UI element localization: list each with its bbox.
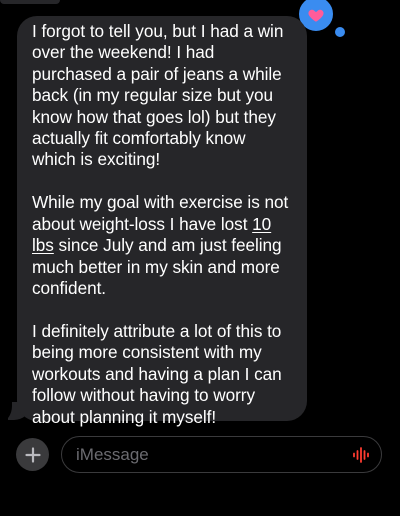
detected-measurement-link-unit[interactable]: lbs — [32, 235, 54, 255]
message-line: confident. — [32, 278, 107, 299]
message-line: While my goal with exercise is not — [32, 192, 289, 213]
previous-message-bubble — [0, 0, 60, 4]
message-line: since July and am just feeling — [53, 235, 282, 256]
imessage-input[interactable]: iMessage — [61, 436, 382, 473]
message-line: about planning it myself! — [32, 406, 217, 427]
imessage-placeholder: iMessage — [76, 444, 149, 464]
message-line: which is exciting! — [32, 149, 161, 170]
message-bubble[interactable]: I forgot to tell you, but I had a win ov… — [17, 16, 307, 427]
message-line: know how that goes lol) but they — [32, 106, 276, 127]
message-line: much better in my skin and more — [32, 256, 280, 277]
message-line: follow without having to worry — [32, 385, 255, 406]
message-line: about weight-loss I have lost — [32, 213, 253, 234]
message-line: over the weekend! I had — [32, 42, 215, 63]
message-paragraph-3: I definitely attribute a lot of this to … — [32, 321, 297, 428]
message-line: purchased a pair of jeans a while — [32, 63, 282, 84]
message-line: I definitely attribute a lot of this to — [32, 321, 282, 342]
message-paragraph-2: While my goal with exercise is not about… — [32, 192, 297, 299]
add-attachment-button[interactable] — [16, 438, 49, 471]
detected-measurement-link[interactable]: 10 — [252, 214, 271, 234]
message-line: back (in my regular size but you — [32, 85, 274, 106]
message-line: actually fit comfortably know — [32, 128, 246, 149]
message-paragraph-1: I forgot to tell you, but I had a win ov… — [32, 21, 297, 171]
heart-icon — [308, 9, 324, 22]
reaction-badge-dot — [333, 25, 347, 39]
message-line: being more consistent with my — [32, 342, 262, 363]
message-line: I forgot to tell you, but I had a win — [32, 21, 284, 41]
message-line: workouts and having a plan I can — [32, 363, 282, 384]
audio-waveform-icon[interactable] — [352, 446, 370, 464]
plus-icon — [24, 446, 41, 463]
